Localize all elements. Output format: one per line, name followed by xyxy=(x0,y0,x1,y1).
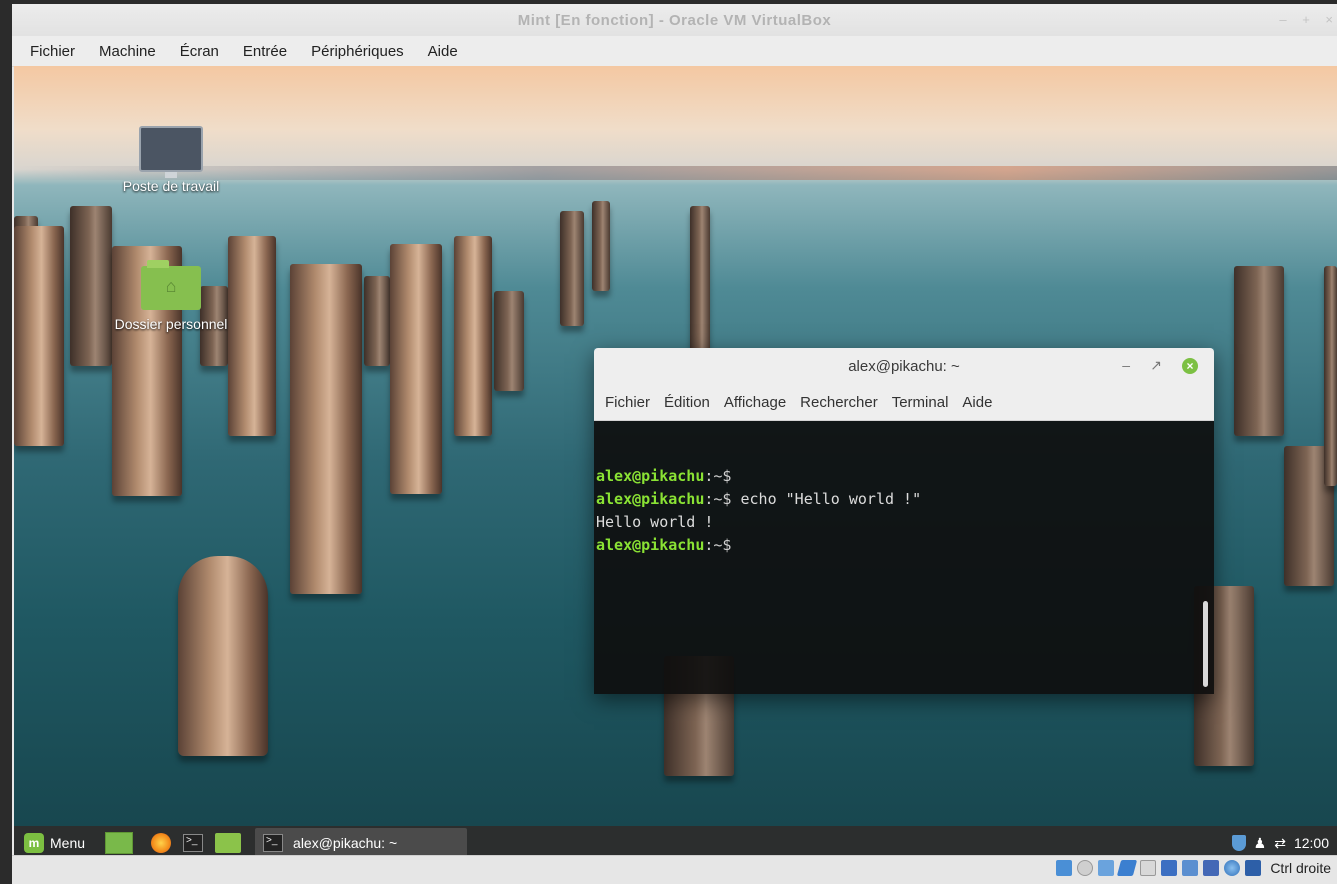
firefox-launcher[interactable] xyxy=(147,828,175,858)
terminal-title: alex@pikachu: ~ xyxy=(848,358,960,375)
folder-icon xyxy=(215,833,242,853)
mint-logo-icon: m xyxy=(24,833,44,853)
menu-label: Menu xyxy=(50,835,86,851)
terminal-titlebar[interactable]: alex@pikachu: ~ – ↗ × xyxy=(594,348,1214,384)
wallpaper-pile xyxy=(14,226,64,446)
wallpaper-pile xyxy=(1234,266,1284,436)
show-desktop-launcher[interactable] xyxy=(101,828,137,858)
user-icon[interactable]: ♟ xyxy=(1254,835,1267,852)
virtualbox-window: Mint [En fonction] - Oracle VM VirtualBo… xyxy=(12,4,1337,884)
wallpaper-pile xyxy=(592,201,610,291)
shared-folders-icon[interactable] xyxy=(1161,860,1178,876)
terminal-icon: >_ xyxy=(263,834,284,852)
terminal-maximize-icon[interactable]: ↗ xyxy=(1150,357,1162,374)
taskbar-item-terminal[interactable]: >_ alex@pikachu: ~ xyxy=(255,828,468,858)
terminal-icon: >_ xyxy=(183,834,204,852)
guest-desktop[interactable]: Poste de travail Dossier personnel alex@… xyxy=(14,66,1337,860)
terminal-line: alex@pikachu:~$ xyxy=(596,465,1214,488)
minimize-button[interactable]: – xyxy=(1279,12,1286,27)
prompt-path: :~$ xyxy=(704,490,732,508)
terminal-window[interactable]: alex@pikachu: ~ – ↗ × Fichier Édition Af… xyxy=(594,348,1214,694)
maximize-button[interactable]: + xyxy=(1302,12,1310,27)
prompt-path: :~$ xyxy=(704,467,732,485)
mouse-integration-icon[interactable] xyxy=(1245,860,1262,876)
computer-icon xyxy=(139,126,203,178)
vbox-window-title: Mint [En fonction] - Oracle VM VirtualBo… xyxy=(517,12,832,29)
home-folder-icon xyxy=(141,260,201,310)
wallpaper-pile xyxy=(364,276,390,366)
terminal-close-icon[interactable]: × xyxy=(1182,358,1198,374)
vbox-menu-machine[interactable]: Machine xyxy=(99,43,156,60)
show-desktop-icon xyxy=(105,832,134,854)
terminal-menu-fichier[interactable]: Fichier xyxy=(605,394,650,411)
status-icons: Ctrl droite xyxy=(1056,860,1331,876)
vbox-menu-aide[interactable]: Aide xyxy=(428,43,458,60)
terminal-menu-affichage[interactable]: Affichage xyxy=(724,394,786,411)
wallpaper-pile xyxy=(454,236,492,436)
prompt-user: alex@pikachu xyxy=(596,467,705,485)
clock[interactable]: 12:00 xyxy=(1294,835,1329,851)
host-key-label: Ctrl droite xyxy=(1270,860,1331,876)
wallpaper-pile xyxy=(690,206,710,356)
vbox-menubar: Fichier Machine Écran Entrée Périphériqu… xyxy=(12,36,1337,67)
terminal-line: Hello world ! xyxy=(596,511,1214,534)
hard-disk-icon[interactable] xyxy=(1056,860,1073,876)
terminal-output[interactable]: alex@pikachu:~$ alex@pikachu:~$ echo "He… xyxy=(594,421,1214,694)
terminal-menu-terminal[interactable]: Terminal xyxy=(892,394,949,411)
terminal-minimize-icon[interactable]: – xyxy=(1122,357,1130,373)
vbox-menu-ecran[interactable]: Écran xyxy=(180,43,219,60)
command-text: echo "Hello world !" xyxy=(731,490,922,508)
optical-drive-icon[interactable] xyxy=(1077,860,1094,876)
terminal-launcher[interactable]: >_ xyxy=(179,828,207,858)
files-launcher[interactable] xyxy=(211,828,245,858)
wallpaper-pile xyxy=(390,244,442,494)
terminal-menu-edition[interactable]: Édition xyxy=(664,394,710,411)
terminal-menu-rechercher[interactable]: Rechercher xyxy=(800,394,878,411)
terminal-scrollbar[interactable] xyxy=(1203,601,1208,687)
menu-button[interactable]: m Menu xyxy=(20,828,89,858)
update-shield-icon[interactable] xyxy=(1231,835,1246,851)
desktop-icon-computer[interactable]: Poste de travail xyxy=(96,126,246,194)
vbox-window-controls: – + × xyxy=(1267,12,1333,27)
terminal-line: alex@pikachu:~$ echo "Hello world !" xyxy=(596,488,1214,511)
firefox-icon xyxy=(151,833,172,853)
wallpaper-pile xyxy=(178,556,268,756)
desktop-icon-label: Poste de travail xyxy=(122,178,220,194)
display-icon[interactable] xyxy=(1182,860,1199,876)
wallpaper-pile xyxy=(1324,266,1337,486)
command-output: Hello world ! xyxy=(596,513,714,531)
taskbar-item-label: alex@pikachu: ~ xyxy=(293,835,398,851)
cpu-icon[interactable] xyxy=(1224,860,1241,876)
prompt-user: alex@pikachu xyxy=(596,490,705,508)
terminal-line: alex@pikachu:~$ xyxy=(596,534,1214,557)
desktop-icon-label: Dossier personnel xyxy=(114,316,228,332)
vbox-titlebar[interactable]: Mint [En fonction] - Oracle VM VirtualBo… xyxy=(12,4,1337,36)
terminal-menubar: Fichier Édition Affichage Rechercher Ter… xyxy=(594,384,1214,421)
wallpaper-pile xyxy=(494,291,524,391)
vbox-menu-peripheriques[interactable]: Périphériques xyxy=(311,43,404,60)
terminal-menu-aide[interactable]: Aide xyxy=(962,394,992,411)
prompt-path: :~$ xyxy=(704,536,732,554)
audio-icon[interactable] xyxy=(1098,860,1115,876)
usb-icon[interactable] xyxy=(1140,860,1157,876)
desktop-icon-home[interactable]: Dossier personnel xyxy=(96,260,246,332)
video-capture-icon[interactable] xyxy=(1203,860,1220,876)
prompt-user: alex@pikachu xyxy=(596,536,705,554)
vbox-menu-fichier[interactable]: Fichier xyxy=(30,43,75,60)
vbox-statusbar: Ctrl droite xyxy=(12,855,1337,884)
wallpaper-pile xyxy=(290,264,362,594)
close-button[interactable]: × xyxy=(1325,12,1333,27)
network-adapter-icon[interactable] xyxy=(1117,860,1138,876)
vbox-menu-entree[interactable]: Entrée xyxy=(243,43,287,60)
network-icon[interactable]: ⇄ xyxy=(1274,835,1286,852)
wallpaper-pile xyxy=(560,211,584,326)
